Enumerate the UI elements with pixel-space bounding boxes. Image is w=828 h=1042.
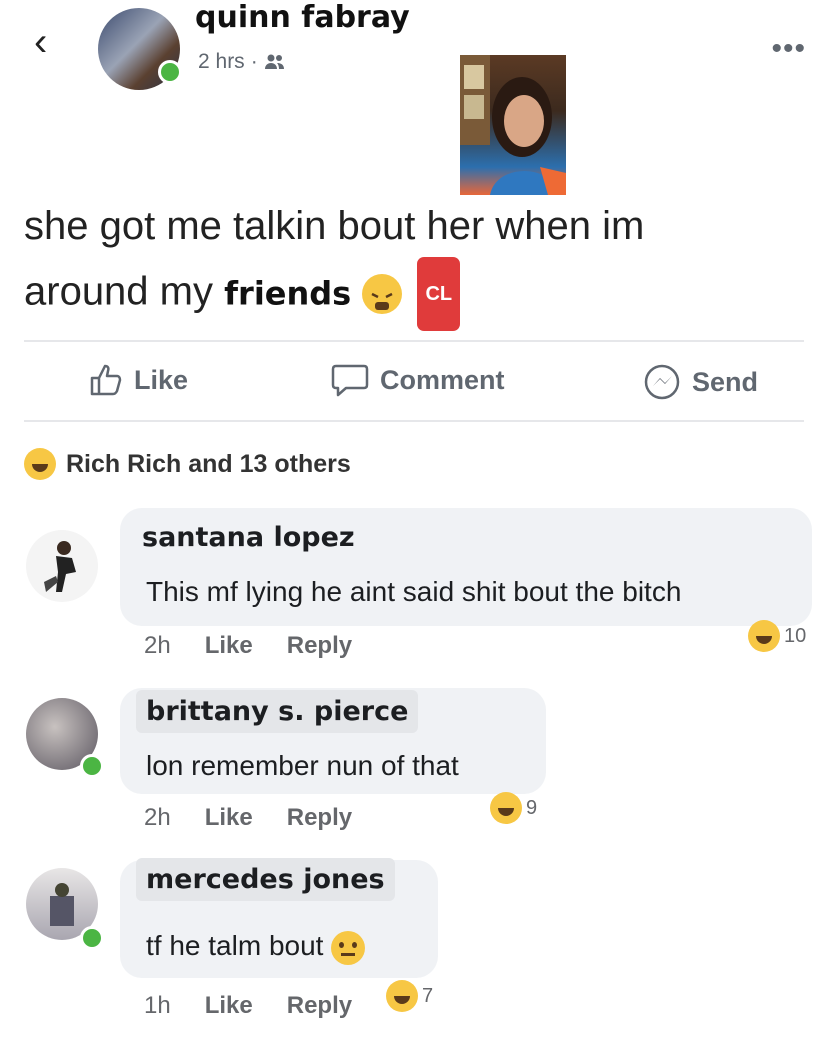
thumbs-up-icon xyxy=(90,364,122,396)
comment-reply-link[interactable]: Reply xyxy=(287,992,352,1020)
cl-badge: CL xyxy=(417,257,461,331)
haha-reaction-icon xyxy=(386,980,418,1012)
reaction-count-value: 9 xyxy=(526,796,538,819)
comment-time[interactable]: 2h xyxy=(144,804,171,832)
post-text-around: around my xyxy=(24,269,213,314)
comment-text: lon remember nun of that xyxy=(146,750,459,781)
comment-meta: 2h Like Reply xyxy=(144,804,352,832)
post-text-friends: friends xyxy=(224,274,352,313)
comment-author[interactable]: santana lopez xyxy=(132,516,365,559)
comment-reaction-count[interactable]: 9 xyxy=(490,792,537,824)
comment-like-link[interactable]: Like xyxy=(205,804,253,832)
comment-text: tf he talm bout xyxy=(146,930,366,965)
meta-separator: · xyxy=(250,50,258,73)
reactions-text: Rich Rich and 13 others xyxy=(66,449,351,478)
comment-text: This mf lying he aint said shit bout the… xyxy=(146,576,682,607)
comment-time[interactable]: 2h xyxy=(144,632,171,660)
comment-icon xyxy=(331,364,369,397)
haha-reaction-icon xyxy=(748,620,780,652)
author-name[interactable]: quinn fabray xyxy=(195,0,410,35)
post-time[interactable]: 2 hrs xyxy=(198,50,245,74)
post-text-line2: around my friends CL xyxy=(24,257,804,331)
comment-like-link[interactable]: Like xyxy=(205,992,253,1020)
comment-author[interactable]: brittany s. pierce xyxy=(136,690,419,733)
divider-bottom xyxy=(24,420,804,422)
like-label: Like xyxy=(134,364,189,395)
neutral-face-emoji-icon xyxy=(331,930,366,965)
comment-like-link[interactable]: Like xyxy=(205,632,253,660)
more-options-icon[interactable]: ••• xyxy=(771,32,806,66)
comment-meta: 1h Like Reply xyxy=(144,992,352,1020)
comment-reaction-count[interactable]: 10 xyxy=(748,620,806,652)
online-status-dot xyxy=(80,754,104,778)
like-button[interactable]: Like xyxy=(88,362,188,398)
reaction-count-value: 10 xyxy=(784,624,807,647)
comment-reaction-count[interactable]: 7 xyxy=(386,980,433,1012)
haha-reaction-icon xyxy=(490,792,522,824)
comment-meta: 2h Like Reply xyxy=(144,632,352,660)
comment-reply-link[interactable]: Reply xyxy=(287,804,352,832)
post-body: she got me talkin bout her when im aroun… xyxy=(24,195,804,331)
haha-reaction-icon xyxy=(24,448,56,480)
send-button[interactable]: Send xyxy=(642,362,758,402)
comment-button[interactable]: Comment xyxy=(330,362,505,398)
comment-label: Comment xyxy=(380,364,505,395)
messenger-icon xyxy=(644,364,680,400)
online-status-dot xyxy=(158,60,182,84)
comment-text-content: tf he talm bout xyxy=(146,930,324,961)
comment-reply-link[interactable]: Reply xyxy=(287,632,352,660)
comment-avatar[interactable] xyxy=(26,530,98,602)
post-meta: 2 hrs · xyxy=(198,50,286,74)
online-status-dot xyxy=(80,926,104,950)
back-chevron-icon[interactable]: ‹ xyxy=(34,22,47,62)
tired-face-emoji-icon xyxy=(362,274,403,314)
reactions-summary[interactable]: Rich Rich and 13 others xyxy=(24,448,351,480)
comment-time[interactable]: 1h xyxy=(144,992,171,1020)
send-label: Send xyxy=(692,366,759,397)
post-text-line1: she got me talkin bout her when im xyxy=(24,204,645,248)
post-photo xyxy=(460,55,566,195)
comment-author[interactable]: mercedes jones xyxy=(136,858,395,901)
friends-icon xyxy=(264,54,284,69)
divider-top xyxy=(24,340,804,342)
reaction-count-value: 7 xyxy=(422,984,434,1007)
